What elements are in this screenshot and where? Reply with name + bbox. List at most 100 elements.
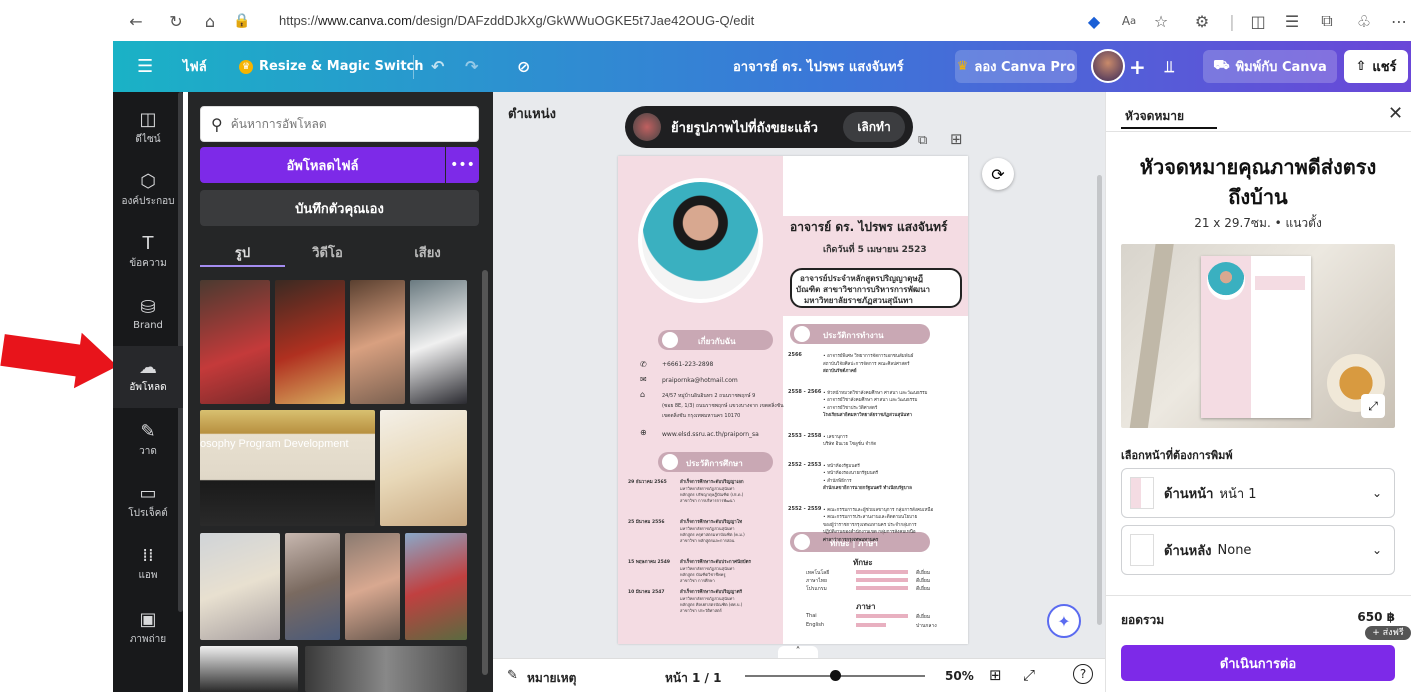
expand-icon[interactable]: ⤢	[1361, 394, 1385, 418]
sidebar-item-label: Brand	[133, 320, 163, 331]
sidebar-item-layout[interactable]: ◫ ดีไซน์	[113, 98, 183, 160]
address-bar[interactable]: https://www.canva.com/design/DAFzddDJkXg…	[279, 13, 754, 28]
favorite-icon[interactable]: ☆	[1150, 10, 1172, 32]
profile-icon[interactable]: ♧	[1353, 10, 1375, 32]
resume-website: www.elsd.ssru.ac.th/praiporn_sa	[662, 431, 759, 438]
upload-thumbnail[interactable]	[285, 533, 340, 640]
design-title[interactable]: อาจารย์ ดร. ไปรพร แสงจันทร์	[733, 41, 904, 92]
letterhead-tab[interactable]: หัวจดหมาย	[1125, 107, 1184, 126]
active-tab-indicator	[200, 265, 285, 267]
favorites-bar-icon[interactable]: ☰	[1281, 10, 1303, 32]
file-menu[interactable]: ไฟล์	[183, 41, 207, 92]
upload-thumbnail[interactable]	[350, 280, 405, 404]
zoom-level[interactable]: 50%	[945, 669, 974, 683]
position-label[interactable]: ตำแหน่ง	[508, 103, 556, 124]
sidebar-item-draw[interactable]: ✎ วาด	[113, 410, 183, 472]
sidebar-item-cloud-upload[interactable]: ☁ อัพโหลด	[113, 346, 183, 408]
fullscreen-icon[interactable]: ⤢	[1023, 666, 1035, 684]
avatar[interactable]	[1091, 49, 1125, 83]
edu-line: สาขาวิชา การศึกษา	[680, 578, 715, 583]
sidebar-item-apps[interactable]: ⁞⁞ แอพ	[113, 534, 183, 596]
about-heading: เกี่ยวกับฉัน	[698, 337, 736, 346]
skill-bar	[856, 570, 908, 574]
undo-button[interactable]: เลิกทำ	[843, 112, 905, 142]
location-icon[interactable]: ◆	[1083, 10, 1105, 32]
resize-magic-switch-button[interactable]: ♛ Resize & Magic Switch	[239, 41, 424, 92]
print-with-canva-button[interactable]: ⛟ พิมพ์กับ Canva	[1203, 50, 1337, 83]
upload-thumbnail[interactable]	[305, 646, 467, 692]
product-title-line: ถึงบ้าน	[1228, 185, 1288, 209]
edu-line: สาขาวิชา ประวัติศาสตร์	[680, 608, 722, 613]
profile-photo[interactable]	[642, 182, 759, 299]
resume-page[interactable]: อาจารย์ ดร. ไปรพร แสงจันทร์ เกิดวันที่ 5…	[618, 156, 968, 644]
sidebar-item-text[interactable]: T ข้อความ	[113, 222, 183, 284]
help-icon[interactable]: ?	[1073, 664, 1093, 684]
more-icon[interactable]: ⋯	[1388, 10, 1410, 32]
tab-videos[interactable]: วิดีโอ	[285, 238, 370, 266]
undo-icon[interactable]: ↶	[431, 41, 444, 92]
upload-thumbnail[interactable]	[200, 533, 280, 640]
search-uploads-input[interactable]: ⚲ ค้นหาการอัพโหลด	[200, 106, 479, 142]
upload-thumbnail[interactable]	[200, 646, 298, 692]
tab-images[interactable]: รูป	[200, 238, 285, 266]
search-placeholder: ค้นหาการอัพโหลด	[230, 116, 327, 131]
upload-thumbnail[interactable]	[380, 410, 467, 526]
notes-icon[interactable]: ✎	[507, 668, 518, 683]
product-preview[interactable]: ⤢	[1121, 244, 1395, 428]
magic-assistant-icon[interactable]: ✦	[1047, 604, 1081, 638]
crown-icon: ♛	[956, 59, 969, 74]
add-page-icon[interactable]: ⊞	[950, 130, 963, 148]
back-icon[interactable]: ←	[125, 10, 147, 32]
page-indicator[interactable]: หน้า 1 / 1	[665, 669, 721, 688]
sidebar-item-shapes[interactable]: ⬡ องค์ประกอบ	[113, 160, 183, 222]
cloud-saved-icon[interactable]: ⊘	[517, 41, 530, 92]
try-canva-pro-button[interactable]: ♛ ลอง Canva Pro	[955, 50, 1077, 83]
upload-thumbnail[interactable]	[410, 280, 467, 404]
menu-icon[interactable]: ☰	[137, 41, 153, 92]
redo-icon[interactable]: ↷	[465, 41, 478, 92]
reload-icon[interactable]: ↻	[165, 10, 187, 32]
sidebar-item-photo[interactable]: ▣ ภาพถ่าย	[113, 598, 183, 660]
panel-scrollbar[interactable]	[482, 270, 488, 675]
insights-icon[interactable]: ⫫	[1165, 41, 1174, 92]
brand-icon: ⛁	[140, 297, 156, 318]
upload-thumbnail[interactable]: osophy Program Development	[200, 410, 375, 526]
search-icon: ⚲	[211, 114, 223, 134]
upload-thumbnail[interactable]	[275, 280, 345, 404]
share-label: แชร์	[1372, 60, 1397, 75]
grid-view-icon[interactable]: ⊞	[989, 666, 1002, 684]
duplicate-page-icon[interactable]: ⧉	[918, 133, 927, 148]
work-line: • คณะกรรมการประสานงานและติดตามนโยบาย	[823, 515, 918, 520]
read-aloud-icon[interactable]: Aa	[1118, 10, 1140, 32]
close-icon[interactable]: ✕	[1388, 103, 1403, 124]
upload-more-icon[interactable]: •••	[446, 147, 479, 183]
home-icon[interactable]: ⌂	[199, 10, 221, 32]
split-screen-icon[interactable]: ◫	[1247, 10, 1269, 32]
text-icon: T	[142, 233, 154, 254]
front-page-select[interactable]: ด้านหน้า หน้า 1 ⌄	[1121, 468, 1395, 518]
share-icon: ⇧	[1355, 59, 1367, 74]
upload-thumbnail[interactable]	[345, 533, 400, 640]
lock-icon[interactable]: 🔒	[231, 10, 253, 32]
total-price: 650 ฿	[1357, 610, 1395, 624]
continue-button[interactable]: ดำเนินการต่อ	[1121, 645, 1395, 681]
work-line: • เลขานุการ	[823, 434, 848, 440]
record-yourself-button[interactable]: บันทึกตัวคุณเอง	[200, 190, 479, 226]
zoom-slider-knob[interactable]	[830, 670, 841, 681]
add-collaborator-icon[interactable]: +	[1129, 41, 1146, 92]
tab-audio[interactable]: เสียง	[385, 238, 470, 266]
notes-button[interactable]: หมายเหตุ	[527, 669, 576, 688]
sidebar-item-brand[interactable]: ⛁ Brand	[113, 284, 183, 346]
upload-files-button[interactable]: อัพโหลดไฟล์	[200, 147, 445, 183]
collections-icon[interactable]: ⧉	[1316, 10, 1338, 32]
upload-thumbnail[interactable]	[200, 280, 270, 404]
share-button[interactable]: ⇧ แชร์	[1344, 50, 1408, 83]
back-page-select[interactable]: ด้านหลัง None ⌄	[1121, 525, 1395, 575]
refresh-icon[interactable]: ⟳	[982, 158, 1014, 190]
canvas-scrollbar[interactable]	[1097, 175, 1102, 625]
extensions-icon[interactable]: ⚙	[1191, 10, 1213, 32]
product-spec: 21 x 29.7ซม. • แนวตั้ง	[1194, 216, 1322, 230]
work-line: ศาลาว่าการกรุงเทพมหานคร	[823, 537, 879, 543]
sidebar-item-folder[interactable]: ▭ โปรเจ็คต์	[113, 472, 183, 534]
upload-thumbnail[interactable]	[405, 533, 467, 640]
